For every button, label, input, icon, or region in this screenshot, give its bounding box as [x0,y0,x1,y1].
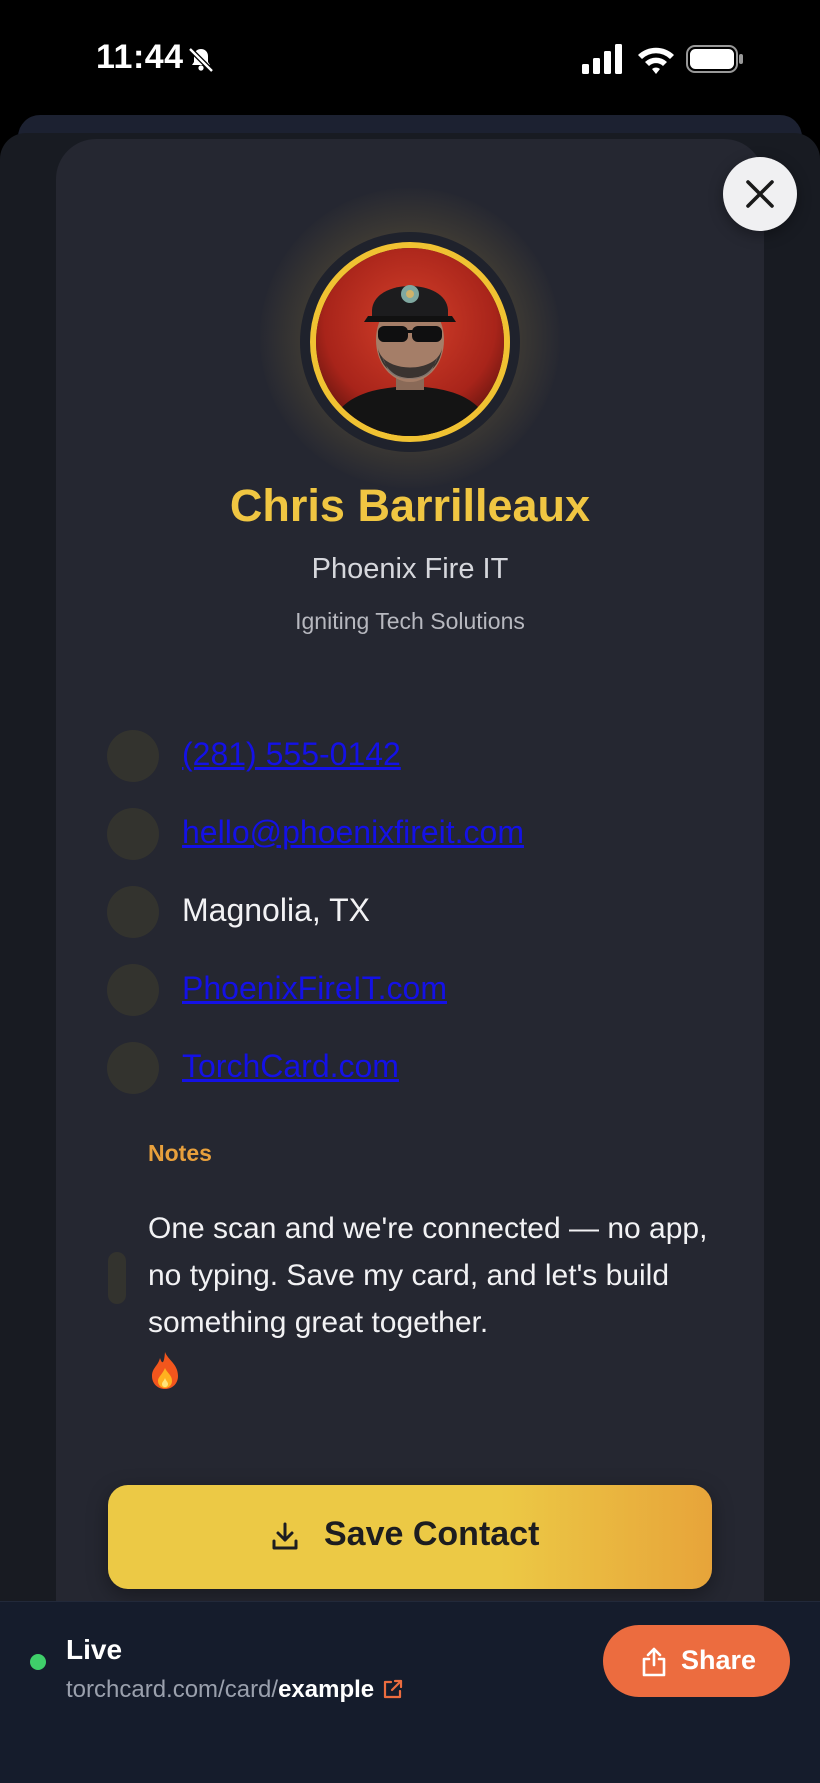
card-url-link[interactable]: torchcard.com/card/example [66,1676,404,1704]
contact-company: Phoenix Fire IT [311,553,509,585]
battery-icon [686,45,743,73]
live-status-dot [30,1654,46,1670]
status-time: 11:44 [96,38,184,76]
notes-text: One scan and we're connected — no app, n… [148,1212,708,1339]
share-icon [642,1647,666,1677]
save-contact-button[interactable]: Save Contact [108,1485,712,1589]
website-row[interactable]: PhoenixFireIT.com [107,962,707,1018]
url-slug: example [278,1676,375,1703]
website-link[interactable]: PhoenixFireIT.com [182,970,447,1007]
share-button[interactable]: Share [603,1625,790,1697]
website-link-2[interactable]: TorchCard.com [182,1048,399,1085]
live-status-label: Live [66,1634,123,1665]
contact-name: Chris Barrilleaux [229,480,591,531]
close-icon [746,180,774,208]
email-icon [107,808,159,860]
contact-tagline: Igniting Tech Solutions [295,608,525,634]
phone-row[interactable]: (281) 555-0142 [107,728,707,784]
download-icon [272,1522,298,1550]
avatar [310,242,510,442]
email-link[interactable]: hello@phoenixfireit.com [182,814,524,851]
bell-muted-icon [188,47,214,73]
notes-text-block: One scan and we're connected — no app, n… [148,1205,708,1404]
phone-link[interactable]: (281) 555-0142 [182,736,401,773]
location-row: Magnolia, TX [107,884,707,940]
website-row-2[interactable]: TorchCard.com [107,1040,707,1096]
close-button[interactable] [723,157,797,231]
website-icon [107,1042,159,1094]
status-bar: 11:44 [0,0,820,115]
notes-accent-bar [108,1252,126,1304]
notes-label: Notes [148,1140,212,1166]
bottom-bar: Live torchcard.com/card/example Share [0,1601,820,1783]
website-icon [107,964,159,1016]
fire-icon [152,1352,178,1389]
avatar-portrait [316,248,504,436]
external-link-icon[interactable] [382,1678,404,1700]
location-text: Magnolia, TX [182,892,370,928]
share-label: Share [681,1645,757,1675]
cellular-signal-icon [582,44,622,74]
email-row[interactable]: hello@phoenixfireit.com [107,806,707,862]
url-prefix: torchcard.com/card/ [66,1676,279,1703]
location-icon [107,886,159,938]
phone-icon [107,730,159,782]
wifi-icon [638,47,674,74]
save-contact-label: Save Contact [324,1515,540,1553]
